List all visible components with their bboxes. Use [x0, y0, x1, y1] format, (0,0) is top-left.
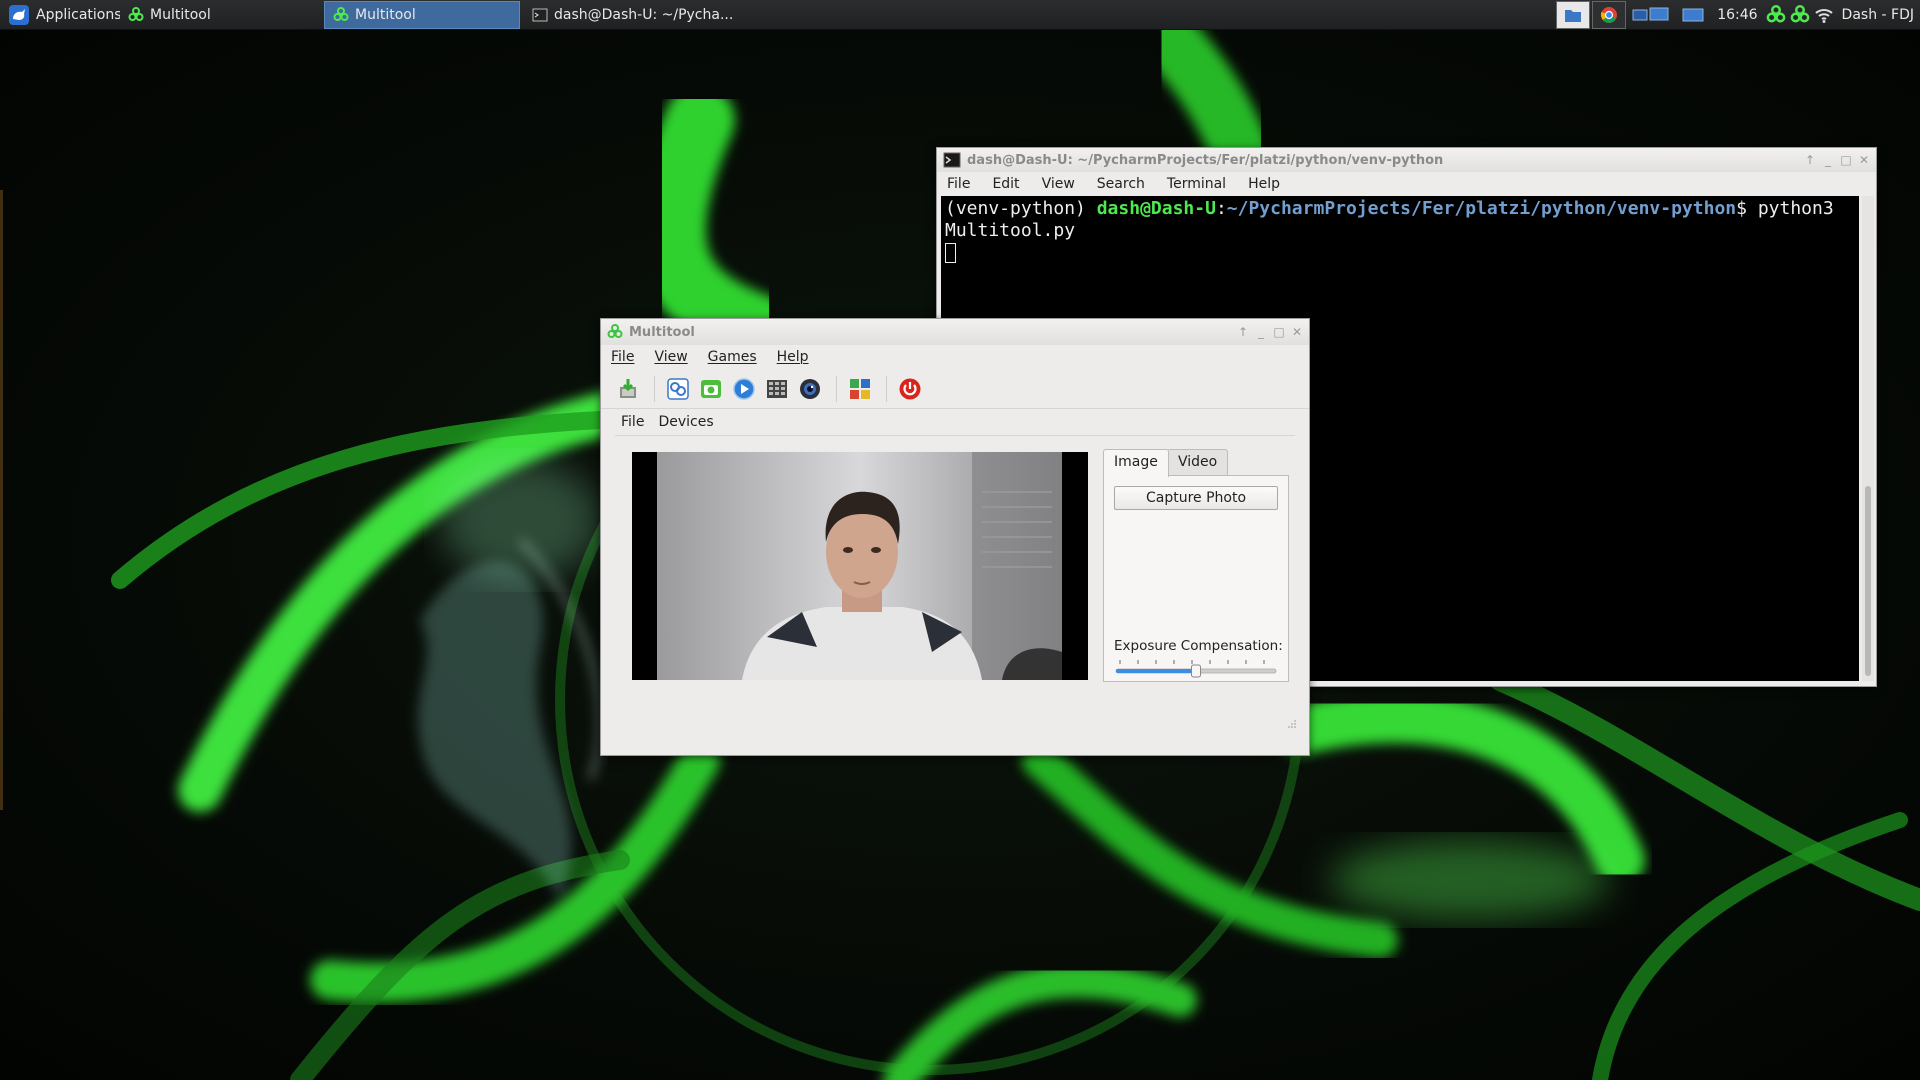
biohazard-icon [333, 6, 349, 21]
terminal-titlebar[interactable]: dash@Dash-U: ~/PycharmProjects/Fer/platz… [937, 148, 1876, 172]
taskbar-item-label: dash@Dash-U: ~/Pycha... [554, 6, 734, 23]
menu-help[interactable]: Help [777, 349, 809, 365]
divider [615, 435, 1295, 436]
webcam-icon[interactable] [795, 374, 825, 404]
terminal-menubar: File Edit View Search Terminal Help [937, 172, 1876, 196]
terminal-icon [532, 8, 548, 21]
close-icon[interactable]: ✕ [1858, 153, 1870, 167]
keep-above-icon[interactable]: ↑ [1804, 153, 1816, 167]
menu-terminal[interactable]: Terminal [1167, 176, 1226, 192]
command-text: Multitool.py [945, 220, 1076, 241]
exposure-label: Exposure Compensation: [1114, 638, 1283, 654]
command-text: python3 [1757, 198, 1834, 219]
terminal-line: (venv-python) dash@Dash-U:~/PycharmProje… [945, 198, 1859, 220]
applications-menu[interactable]: Applications [0, 0, 120, 30]
toolbar-separator [836, 375, 837, 402]
taskbar-item-label: Multitool [355, 6, 416, 23]
prompt-env: (venv-python) [945, 198, 1097, 219]
top-panel: Applications Multitool Multitool dash@Da… [0, 0, 1920, 30]
capture-tab-panel: Image Video Capture Photo Exposure Compe… [1103, 449, 1289, 682]
power-icon[interactable] [895, 374, 925, 404]
apps-grid-icon[interactable] [845, 374, 875, 404]
toolbar-separator [654, 375, 655, 402]
window-controls: ↑ _ □ ✕ [1237, 325, 1303, 339]
calculator-icon[interactable] [762, 374, 792, 404]
prompt-path: ~/PycharmProjects/Fer/platzi/python/venv… [1226, 198, 1737, 219]
window-controls: ↑ _ □ ✕ [1804, 153, 1870, 167]
play-icon[interactable] [729, 374, 759, 404]
menu-file[interactable]: File [947, 176, 970, 192]
camera-icon[interactable] [696, 374, 726, 404]
terminal-icon [943, 152, 961, 168]
taskbar-item-terminal[interactable]: dash@Dash-U: ~/Pycha... [524, 0, 744, 30]
taskbar-item-label: Multitool [150, 6, 211, 23]
biohazard-icon [128, 6, 144, 21]
multitool-menubar: File View Games Help [601, 345, 1309, 369]
user-menu[interactable]: Dash - FDJ [1838, 7, 1920, 23]
exposure-slider[interactable] [1114, 658, 1278, 682]
slider-handle [1191, 664, 1201, 678]
taskbar-item-multitool-active[interactable]: Multitool [324, 0, 520, 29]
menu-view[interactable]: View [654, 349, 687, 365]
terminal-line: Multitool.py [945, 220, 1859, 242]
toolbar-separator [886, 375, 887, 402]
wifi-icon[interactable] [1814, 6, 1834, 24]
chrome-icon[interactable] [1592, 1, 1627, 29]
menu-search[interactable]: Search [1097, 176, 1145, 192]
prompt-end: $ [1736, 198, 1758, 219]
close-icon[interactable]: ✕ [1291, 325, 1303, 339]
maximize-icon[interactable]: □ [1273, 325, 1285, 339]
tab-content: Capture Photo Exposure Compensation: [1103, 475, 1289, 682]
menu-view[interactable]: View [1042, 176, 1075, 192]
camera-frame-image [632, 452, 1088, 680]
resize-grip-icon[interactable] [1287, 719, 1297, 729]
prompt-sep: : [1215, 198, 1227, 219]
camera-preview [632, 452, 1088, 680]
system-tray: 16:46 Dash - FDJ [1555, 0, 1920, 30]
menu-edit[interactable]: Edit [992, 176, 1019, 192]
window-title: Multitool [629, 324, 695, 340]
biohazard-icon[interactable] [1766, 5, 1786, 25]
file-manager-icon[interactable] [1556, 1, 1591, 29]
menu-help[interactable]: Help [1248, 176, 1280, 192]
inner-menu-file[interactable]: File [621, 414, 644, 430]
tab-image[interactable]: Image [1103, 449, 1169, 477]
menu-games[interactable]: Games [708, 349, 757, 365]
multitool-window: Multitool ↑ _ □ ✕ File View Games Help F… [600, 318, 1310, 756]
capture-photo-button[interactable]: Capture Photo [1114, 486, 1278, 510]
inner-menubar: File Devices [621, 414, 728, 430]
tab-video[interactable]: Video [1167, 449, 1229, 475]
slider-ticks [1119, 660, 1265, 664]
prompt-user: dash@Dash-U [1096, 198, 1216, 219]
minimize-icon[interactable]: _ [1255, 325, 1267, 339]
biohazard-icon [607, 324, 623, 338]
xfce-mouse-icon [9, 4, 29, 25]
slider-fill [1116, 669, 1196, 673]
terminal-cursor [945, 243, 956, 263]
workspace-1-icon[interactable] [1628, 1, 1674, 29]
minimize-icon[interactable]: _ [1822, 153, 1834, 167]
maximize-icon[interactable]: □ [1840, 153, 1852, 167]
scrollbar-thumb[interactable] [1865, 486, 1871, 676]
install-icon[interactable] [613, 374, 643, 404]
terminal-line [945, 242, 1859, 264]
multitool-titlebar[interactable]: Multitool ↑ _ □ ✕ [601, 319, 1309, 345]
applications-label: Applications [36, 6, 120, 23]
biohazard-icon[interactable] [1790, 5, 1810, 25]
link-icon[interactable] [663, 374, 693, 404]
keep-above-icon[interactable]: ↑ [1237, 325, 1249, 339]
multitool-toolbar [601, 369, 1309, 409]
terminal-scrollbar[interactable] [1862, 196, 1874, 681]
window-title: dash@Dash-U: ~/PycharmProjects/Fer/platz… [967, 152, 1444, 168]
workspace-2-icon[interactable] [1676, 1, 1710, 29]
inner-menu-devices[interactable]: Devices [658, 414, 713, 430]
clock[interactable]: 16:46 [1711, 7, 1765, 23]
taskbar-item-multitool[interactable]: Multitool [120, 0, 320, 30]
menu-file[interactable]: File [611, 349, 634, 365]
